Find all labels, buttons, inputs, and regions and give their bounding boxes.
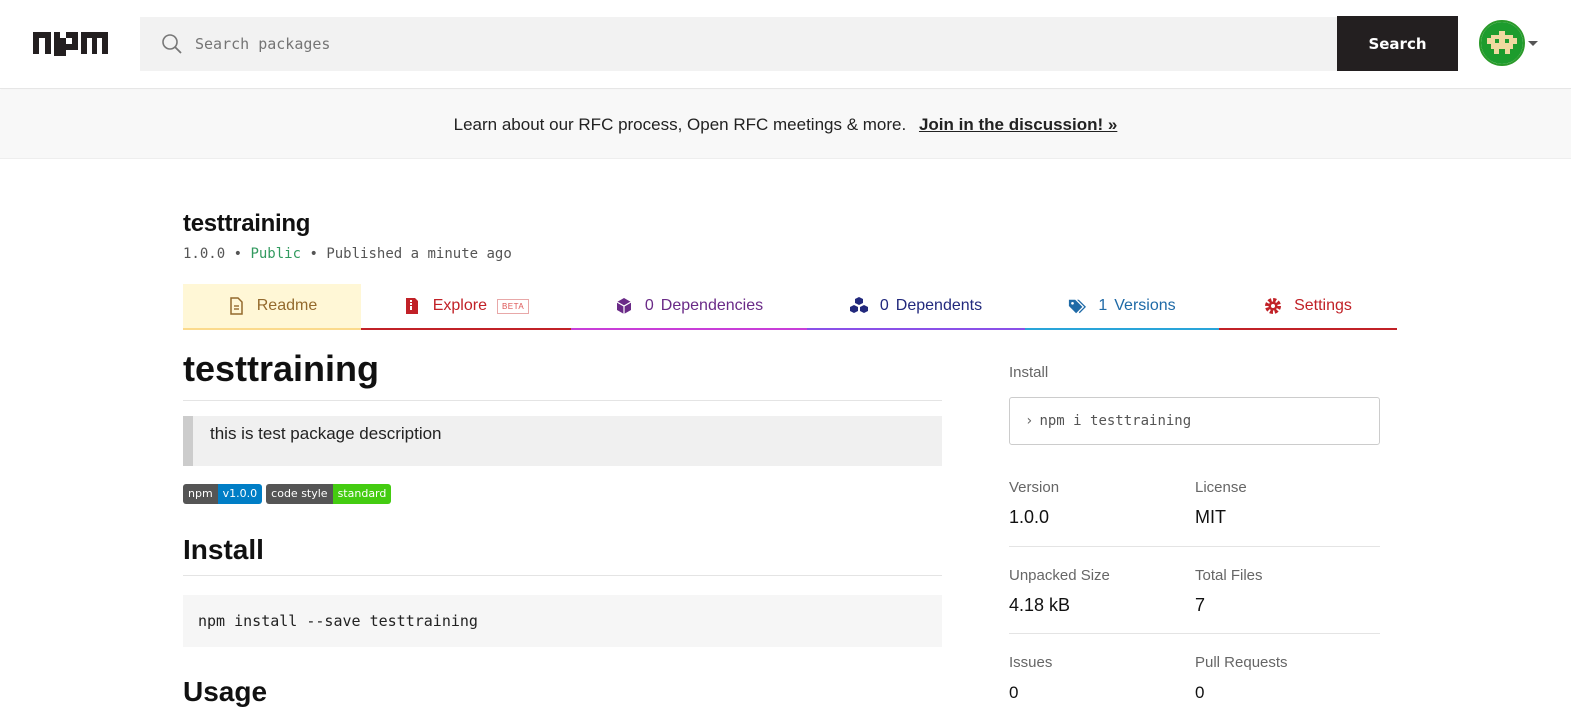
tags-icon [1069, 299, 1087, 314]
version-value: 1.0.0 [1009, 507, 1050, 527]
install-command: npm i testtraining [1039, 413, 1192, 429]
total-files-label: Total Files [1195, 567, 1263, 584]
unpacked-size-label: Unpacked Size [1009, 567, 1110, 584]
rfc-banner: Learn about our RFC process, Open RFC me… [0, 90, 1571, 159]
chevron-down-icon[interactable] [1528, 41, 1538, 46]
install-heading: Install [183, 534, 942, 576]
meta-separator: • [225, 246, 251, 262]
file-zip-icon [405, 298, 418, 314]
search-icon [162, 34, 182, 54]
license-label: License [1195, 479, 1247, 496]
badge-value: v1.0.0 [217, 484, 263, 504]
meta-separator: • [301, 246, 327, 262]
badge-label: npm [183, 484, 218, 504]
identicon-icon [1481, 22, 1523, 64]
tab-readme-label: Readme [256, 297, 318, 314]
install-label: Install [1009, 364, 1049, 381]
tab-readme[interactable]: Readme [183, 284, 361, 330]
dependencies-count: 0 [644, 297, 654, 314]
tab-versions-label: Versions [1114, 297, 1176, 314]
tab-versions[interactable]: 1 Versions [1025, 284, 1219, 330]
pull-requests-label: Pull Requests [1195, 654, 1288, 671]
tab-explore-label: Explore [432, 297, 487, 314]
issues-value[interactable]: 0 [1009, 683, 1018, 703]
readme-title: testtraining [183, 348, 942, 401]
box-icon [616, 298, 632, 314]
package-version: 1.0.0 [183, 246, 226, 262]
beta-badge: BETA [496, 298, 530, 314]
tab-dependents[interactable]: 0 Dependents [807, 284, 1025, 330]
package-tabs: Readme Explore BETA 0 Dependencies 0 Dep… [183, 284, 1397, 330]
package-name: testtraining [183, 210, 311, 237]
issues-label: Issues [1009, 654, 1053, 671]
search-button[interactable]: Search [1337, 16, 1458, 71]
badge-label: code style [266, 484, 333, 504]
tab-dependents-label: Dependents [895, 297, 983, 314]
install-command-box[interactable]: › npm i testtraining [1009, 397, 1380, 445]
description-blockquote: this is test package description [183, 416, 942, 466]
tab-dependencies-label: Dependencies [660, 297, 764, 314]
version-label: Version [1009, 479, 1060, 496]
document-icon [230, 297, 243, 315]
tab-settings[interactable]: Settings [1219, 284, 1397, 330]
install-code-block: npm install --save testtraining [183, 595, 942, 647]
code-style-badge[interactable]: code style standard [266, 484, 392, 504]
npm-logo[interactable] [33, 30, 108, 58]
avatar[interactable] [1479, 20, 1525, 66]
license-value: MIT [1195, 507, 1226, 527]
tab-explore[interactable]: Explore BETA [361, 284, 571, 330]
search-input[interactable] [195, 17, 1315, 71]
package-meta: 1.0.0 • Public • Published a minute ago [183, 246, 512, 262]
divider [1009, 546, 1380, 547]
dependents-count: 0 [879, 297, 889, 314]
banner-text: Learn about our RFC process, Open RFC me… [453, 115, 907, 134]
banner-link[interactable]: Join in the discussion! » [919, 115, 1117, 134]
unpacked-size-value: 4.18 kB [1009, 595, 1071, 615]
usage-heading: Usage [183, 676, 268, 707]
badge-value: standard [332, 484, 392, 504]
tab-settings-label: Settings [1294, 297, 1352, 314]
top-header: Search [0, 0, 1571, 89]
tab-dependencies[interactable]: 0 Dependencies [571, 284, 807, 330]
search-box [140, 17, 1337, 71]
pull-requests-value[interactable]: 0 [1195, 683, 1204, 703]
total-files-value: 7 [1195, 595, 1206, 615]
divider [1009, 633, 1380, 634]
package-visibility: Public [250, 246, 302, 262]
badges: npm v1.0.0 code style standard [183, 484, 392, 504]
gear-icon [1265, 298, 1282, 314]
boxes-icon [849, 297, 868, 313]
package-published: Published a minute ago [326, 246, 512, 262]
versions-count: 1 [1098, 297, 1108, 314]
chevron-right-icon: › [1025, 413, 1034, 429]
npm-version-badge[interactable]: npm v1.0.0 [183, 484, 263, 504]
